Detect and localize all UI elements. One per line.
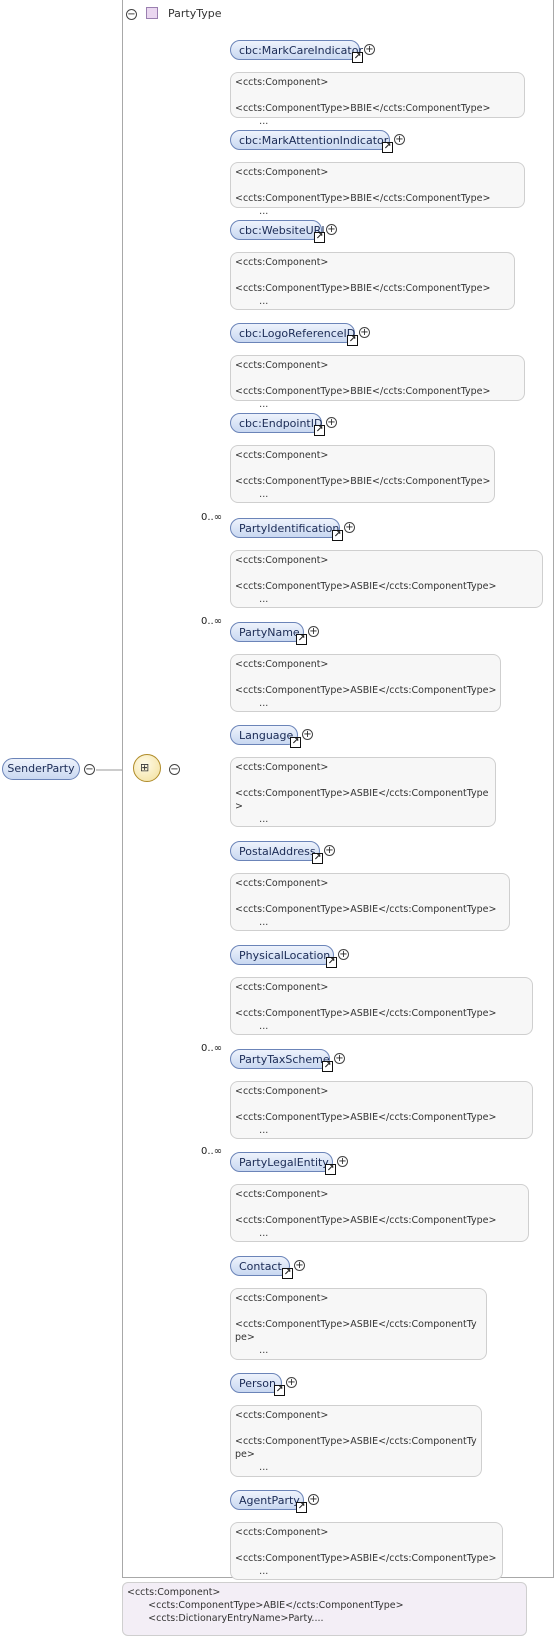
element-node[interactable]: PartyLegalEntity [230, 1152, 333, 1172]
reference-arrow-icon[interactable]: ↗ [325, 1164, 336, 1175]
expand-icon[interactable]: + [308, 1494, 319, 1505]
expand-icon[interactable]: + [334, 1053, 345, 1064]
root-collapse-icon[interactable]: − [84, 764, 95, 775]
element-annotation: <ccts:Component> <ccts:ComponentType>BBI… [230, 355, 525, 410]
reference-arrow-icon[interactable]: ↗ [282, 1268, 293, 1279]
element-annotation: <ccts:Component> <ccts:ComponentType>BBI… [230, 72, 525, 127]
complex-type-icon [146, 7, 158, 19]
element-annotation: <ccts:Component> <ccts:ComponentType>ASB… [230, 757, 496, 827]
sequence-compositor-icon[interactable]: ⊞ [133, 754, 161, 782]
element-node[interactable]: Contact [230, 1256, 290, 1276]
element-name: PartyName [239, 626, 300, 639]
element-annotation: <ccts:Component> <ccts:ComponentType>BBI… [230, 445, 495, 503]
element-annotation: <ccts:Component> <ccts:ComponentType>ASB… [230, 550, 543, 608]
element-name: PartyLegalEntity [239, 1156, 329, 1169]
element-node[interactable]: cbc:EndpointID [230, 413, 322, 433]
type-annotation: <ccts:Component> <ccts:ComponentType>ABI… [122, 1582, 527, 1636]
multiplicity-label: 0..∞ [201, 616, 223, 627]
element-name: Contact [239, 1260, 282, 1273]
reference-arrow-icon[interactable]: ↗ [352, 52, 363, 63]
element-node[interactable]: cbc:WebsiteURI [230, 220, 325, 240]
sequence-glyph: ⊞ [140, 761, 150, 774]
reference-arrow-icon[interactable]: ↗ [332, 530, 343, 541]
element-name: PartyTaxScheme [239, 1053, 330, 1066]
element-name: PhysicalLocation [239, 949, 331, 962]
element-name: Person [239, 1377, 276, 1390]
element-annotation: <ccts:Component> <ccts:ComponentType>ASB… [230, 1184, 529, 1242]
element-name: cbc:LogoReferenceID [239, 327, 356, 340]
expand-icon[interactable]: + [286, 1377, 297, 1388]
reference-arrow-icon[interactable]: ↗ [274, 1385, 285, 1396]
expand-icon[interactable]: + [337, 1156, 348, 1167]
expand-icon[interactable]: + [394, 134, 405, 145]
expand-icon[interactable]: + [326, 417, 337, 428]
element-name: cbc:MarkCareIndicator [239, 44, 363, 57]
element-name: cbc:MarkAttentionIndicator [239, 134, 389, 147]
reference-arrow-icon[interactable]: ↗ [314, 232, 325, 243]
element-name: Language [239, 729, 294, 742]
element-node[interactable]: PartyName [230, 622, 304, 642]
expand-icon[interactable]: + [359, 327, 370, 338]
reference-arrow-icon[interactable]: ↗ [290, 737, 301, 748]
expand-icon[interactable]: + [294, 1260, 305, 1271]
element-node[interactable]: cbc:MarkAttentionIndicator [230, 130, 390, 150]
expand-icon[interactable]: + [326, 224, 337, 235]
expand-icon[interactable]: + [338, 949, 349, 960]
element-name: cbc:EndpointID [239, 417, 323, 430]
element-annotation: <ccts:Component> <ccts:ComponentType>ASB… [230, 977, 533, 1035]
reference-arrow-icon[interactable]: ↗ [347, 335, 358, 346]
element-name: cbc:WebsiteURI [239, 224, 325, 237]
element-node[interactable]: PartyTaxScheme [230, 1049, 330, 1069]
schema-diagram: − PartyType SenderParty − ⊞ − cbc:MarkCa… [0, 0, 556, 1640]
element-annotation: <ccts:Component> <ccts:ComponentType>ASB… [230, 1405, 482, 1477]
element-node[interactable]: AgentParty [230, 1490, 304, 1510]
element-name: AgentParty [239, 1494, 300, 1507]
element-annotation: <ccts:Component> <ccts:ComponentType>BBI… [230, 252, 515, 310]
reference-arrow-icon[interactable]: ↗ [312, 853, 323, 864]
element-node[interactable]: cbc:LogoReferenceID [230, 323, 355, 343]
reference-arrow-icon[interactable]: ↗ [296, 1502, 307, 1513]
type-collapse-icon[interactable]: − [126, 9, 137, 20]
element-annotation: <ccts:Component> <ccts:ComponentType>ASB… [230, 1288, 487, 1360]
element-node[interactable]: PhysicalLocation [230, 945, 334, 965]
reference-arrow-icon[interactable]: ↗ [296, 634, 307, 645]
element-node[interactable]: PostalAddress [230, 841, 320, 861]
element-name: PartyIdentification [239, 522, 340, 535]
element-node[interactable]: cbc:MarkCareIndicator [230, 40, 363, 60]
element-annotation: <ccts:Component> <ccts:ComponentType>ASB… [230, 1081, 533, 1139]
reference-arrow-icon[interactable]: ↗ [326, 957, 337, 968]
reference-arrow-icon[interactable]: ↗ [382, 142, 393, 153]
multiplicity-label: 0..∞ [201, 1146, 223, 1157]
root-element-sender-party[interactable]: SenderParty [2, 758, 80, 780]
sequence-collapse-icon[interactable]: − [169, 764, 180, 775]
expand-icon[interactable]: + [364, 44, 375, 55]
element-node[interactable]: Language [230, 725, 298, 745]
multiplicity-label: 0..∞ [201, 1043, 223, 1054]
element-annotation: <ccts:Component> <ccts:ComponentType>ASB… [230, 654, 501, 712]
type-title: PartyType [168, 7, 222, 20]
element-name: PostalAddress [239, 845, 316, 858]
expand-icon[interactable]: + [302, 729, 313, 740]
multiplicity-label: 0..∞ [201, 512, 223, 523]
element-node[interactable]: PartyIdentification [230, 518, 340, 538]
element-annotation: <ccts:Component> <ccts:ComponentType>BBI… [230, 162, 525, 217]
element-annotation: <ccts:Component> <ccts:ComponentType>ASB… [230, 1522, 503, 1580]
reference-arrow-icon[interactable]: ↗ [314, 425, 325, 436]
element-annotation: <ccts:Component> <ccts:ComponentType>ASB… [230, 873, 510, 931]
expand-icon[interactable]: + [344, 522, 355, 533]
expand-icon[interactable]: + [324, 845, 335, 856]
expand-icon[interactable]: + [308, 626, 319, 637]
reference-arrow-icon[interactable]: ↗ [322, 1061, 333, 1072]
